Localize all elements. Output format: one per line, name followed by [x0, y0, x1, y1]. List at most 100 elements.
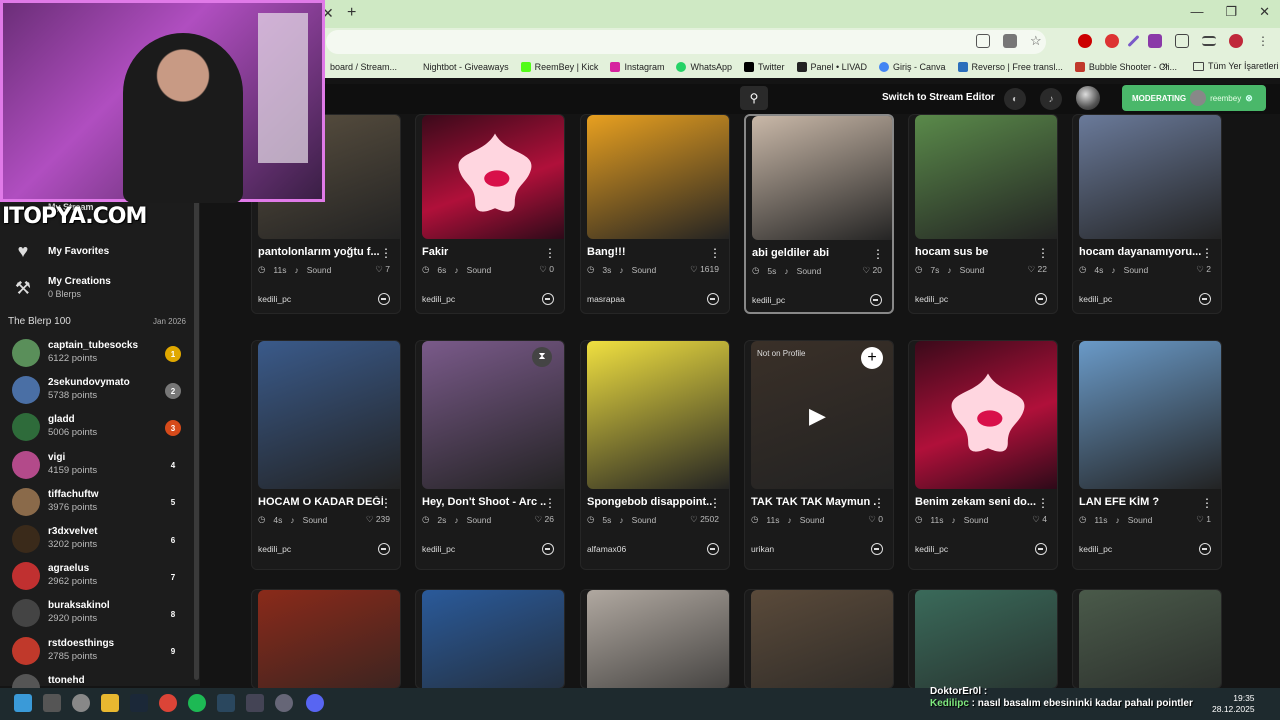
blerp-thumbnail[interactable] — [1079, 590, 1221, 688]
leaderboard-row[interactable]: tiffachuftw 3976 points 5 — [12, 487, 187, 517]
leaderboard-row[interactable]: vigi 4159 points 4 — [12, 450, 187, 480]
remove-icon[interactable] — [707, 543, 719, 555]
leaderboard-row[interactable]: captain_tubesocks 6122 points 1 — [12, 338, 187, 368]
creator-name[interactable]: kedili_pc — [1079, 294, 1112, 304]
leaderboard-row[interactable]: r3dxvelvet 3202 points 6 — [12, 524, 187, 554]
minimize-icon[interactable]: — — [1190, 4, 1203, 20]
blerp-thumbnail[interactable] — [587, 590, 729, 688]
blerp-card[interactable]: Fakir ⋮ ◷ 6s ♪ Sound ♡ 0 kedili_pc — [415, 114, 565, 314]
leaderboard-row[interactable]: agraelus 2962 points 7 — [12, 561, 187, 591]
blerp-thumbnail[interactable] — [587, 115, 729, 239]
leaderboard-row[interactable]: buraksakinol 2920 points 8 — [12, 598, 187, 628]
blerp-title[interactable]: Spongebob disappoint... — [587, 496, 712, 508]
remove-icon[interactable] — [1199, 293, 1211, 305]
sidebar-item-favorites[interactable]: ♥ My Favorites — [12, 241, 109, 261]
blerp-card[interactable]: abi geldiler abi ⋮ ◷ 5s ♪ Sound ♡ 20 kedili_pc — [744, 114, 894, 314]
spotify-icon[interactable] — [188, 694, 206, 712]
bookmark-item[interactable]: WhatsApp — [676, 62, 732, 72]
task-view-icon[interactable] — [43, 694, 61, 712]
obs-icon[interactable] — [275, 694, 293, 712]
bookmarks-more-button[interactable]: » — [1162, 60, 1168, 72]
more-options-icon[interactable]: ⋮ — [1037, 496, 1049, 510]
more-options-icon[interactable]: ⋮ — [709, 496, 721, 510]
profile-icon[interactable] — [1229, 34, 1243, 48]
remove-icon[interactable] — [542, 543, 554, 555]
creator-name[interactable]: kedili_pc — [258, 294, 291, 304]
blerp-title[interactable]: abi geldiler abi — [752, 247, 877, 259]
remove-icon[interactable] — [870, 294, 882, 306]
creator-name[interactable]: alfamax06 — [587, 544, 626, 554]
blerp-title[interactable]: TAK TAK TAK Maymun ... — [751, 496, 876, 508]
blerp-card[interactable]: hocam dayanamıyoru... ⋮ ◷ 4s ♪ Sound ♡ 2 kedili… — [1072, 114, 1222, 314]
user-avatar[interactable] — [1076, 86, 1100, 110]
windows-start-icon[interactable] — [14, 694, 32, 712]
blerp-title[interactable]: Hey, Don't Shoot - Arc ... — [422, 496, 547, 508]
bookmark-item[interactable]: Panel • LIVAD — [796, 62, 867, 72]
new-tab-icon[interactable]: + — [347, 4, 356, 22]
more-options-icon[interactable]: ⋮ — [380, 496, 392, 510]
extension-pen-icon[interactable] — [1127, 34, 1140, 48]
discord-icon[interactable] — [306, 694, 324, 712]
creator-name[interactable]: kedili_pc — [915, 294, 948, 304]
blerp-card[interactable]: HOCAM O KADAR DEĞİL ⋮ ◷ 4s ♪ Sound ♡ 239 kedili… — [251, 340, 401, 570]
file-explorer-icon[interactable] — [101, 694, 119, 712]
puzzle-icon[interactable] — [1175, 34, 1189, 48]
creator-name[interactable]: kedili_pc — [1079, 544, 1112, 554]
blerp-card[interactable] — [415, 589, 565, 689]
blerp-card[interactable]: ⧗ Hey, Don't Shoot - Arc ... ⋮ ◷ 2s ♪ Sound ♡ 2… — [415, 340, 565, 570]
blerp-title[interactable]: HOCAM O KADAR DEĞİL — [258, 496, 383, 508]
blerp-title[interactable]: Bang!!! — [587, 246, 712, 258]
creator-name[interactable]: kedili_pc — [422, 294, 455, 304]
more-options-icon[interactable]: ⋮ — [709, 246, 721, 260]
more-options-icon[interactable]: ⋮ — [544, 496, 556, 510]
blerp-title[interactable]: LAN EFE KİM ? — [1079, 496, 1204, 508]
more-options-icon[interactable]: ⋮ — [380, 246, 392, 260]
close-icon[interactable]: ⊗ — [1245, 93, 1253, 104]
blerp-card[interactable] — [580, 589, 730, 689]
switch-to-stream-editor-button[interactable]: Switch to Stream Editor — [882, 92, 995, 103]
blerp-title[interactable]: pantolonlarım yoğtu f... — [258, 246, 383, 258]
bookmark-item[interactable]: Reverso | Free transl... — [957, 62, 1063, 72]
menu-list-icon[interactable] — [1202, 36, 1216, 46]
bookmark-item[interactable]: board / Stream... — [330, 62, 397, 72]
blerp-thumbnail[interactable] — [915, 590, 1057, 688]
blerp-card[interactable]: Not on Profile + ▶ TAK TAK TAK Maymun ... ⋮ ◷… — [744, 340, 894, 570]
bookmark-item[interactable]: Giriş - Canva — [879, 62, 946, 72]
blerp-thumbnail[interactable] — [915, 341, 1057, 489]
bookmark-star-icon[interactable]: ☆ — [1030, 34, 1044, 48]
add-to-profile-button[interactable]: + — [861, 347, 883, 369]
blerp-card[interactable]: hocam sus be ⋮ ◷ 7s ♪ Sound ♡ 22 kedili_pc — [908, 114, 1058, 314]
kebab-menu-icon[interactable]: ⋮ — [1256, 34, 1270, 48]
remove-icon[interactable] — [1035, 293, 1047, 305]
more-options-icon[interactable]: ⋮ — [1201, 246, 1213, 260]
steam-icon[interactable] — [130, 694, 148, 712]
bookmark-item[interactable]: Twitter — [744, 62, 785, 72]
sidebar-scrollbar[interactable] — [194, 120, 199, 680]
bell-icon[interactable]: ♪ — [1040, 88, 1062, 110]
blerp-title[interactable]: Fakir — [422, 246, 547, 258]
remove-icon[interactable] — [871, 543, 883, 555]
install-icon[interactable] — [976, 34, 990, 48]
blerp-thumbnail[interactable] — [258, 341, 400, 489]
blerp-thumbnail[interactable] — [587, 341, 729, 489]
blerp-thumbnail[interactable] — [915, 115, 1057, 239]
search-button[interactable]: ⚲ — [740, 86, 768, 110]
remove-icon[interactable] — [1199, 543, 1211, 555]
blerp-thumbnail[interactable] — [258, 590, 400, 688]
more-options-icon[interactable]: ⋮ — [1037, 246, 1049, 260]
blerp-thumbnail[interactable] — [751, 590, 893, 688]
blerp-thumbnail[interactable] — [752, 116, 892, 240]
blerp-thumbnail[interactable] — [422, 115, 564, 239]
play-icon[interactable]: ▶ — [809, 403, 826, 429]
remove-icon[interactable] — [378, 543, 390, 555]
blerp-card[interactable]: Benim zekam seni do... ⋮ ◷ 11s ♪ Sound ♡ 4 kedi… — [908, 340, 1058, 570]
moderating-pill[interactable]: MODERATING reembey ⊗ — [1122, 85, 1266, 111]
app-icon[interactable] — [246, 694, 264, 712]
creator-name[interactable]: masrapaa — [587, 294, 625, 304]
more-options-icon[interactable]: ⋮ — [873, 496, 885, 510]
blerp-card[interactable] — [744, 589, 894, 689]
blerp-card[interactable] — [1072, 589, 1222, 689]
sidebar-item-creations[interactable]: ⚒ My Creations 0 Blerps — [12, 275, 111, 301]
extension-purple-icon[interactable] — [1148, 34, 1162, 48]
creator-name[interactable]: kedili_pc — [422, 544, 455, 554]
